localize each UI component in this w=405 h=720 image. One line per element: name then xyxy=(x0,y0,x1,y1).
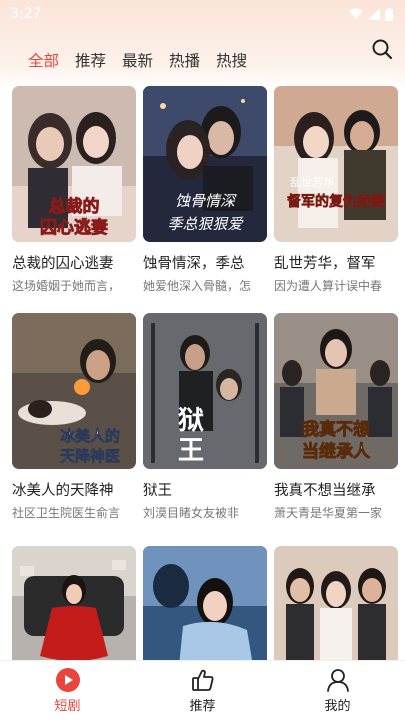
drama-description: 她爱他深入骨髓，怎 xyxy=(143,279,252,293)
drama-poster[interactable]: 总裁的 囚心逃妻 xyxy=(12,86,136,242)
drama-description: 萧天青是华夏第一家 xyxy=(274,506,383,520)
svg-text:天降神医: 天降神医 xyxy=(60,447,120,465)
tab-all[interactable]: 全部 xyxy=(28,50,59,72)
drama-poster[interactable] xyxy=(274,546,398,660)
svg-text:我真不想: 我真不想 xyxy=(302,419,370,440)
battery-icon xyxy=(385,7,393,21)
svg-text:狱: 狱 xyxy=(178,406,204,436)
wifi-icon xyxy=(349,8,363,19)
signal-icon xyxy=(368,8,380,20)
nav-label: 我的 xyxy=(324,699,351,714)
drama-poster[interactable] xyxy=(143,546,267,660)
tab-hot[interactable]: 热播 xyxy=(169,50,200,72)
svg-text:冰美人的: 冰美人的 xyxy=(60,427,120,445)
bottom-navigation: 短剧 推荐 我的 xyxy=(0,660,405,720)
tab-recommend[interactable]: 推荐 xyxy=(75,50,106,72)
svg-text:乱世芳华: 乱世芳华 xyxy=(290,175,334,189)
nav-label: 短剧 xyxy=(54,699,81,714)
drama-title[interactable]: 狱王 xyxy=(143,481,267,501)
drama-card[interactable] xyxy=(12,546,136,660)
drama-title[interactable]: 我真不想当继承 xyxy=(274,481,398,501)
nav-label: 推荐 xyxy=(189,699,216,714)
user-icon xyxy=(326,669,349,692)
svg-text:当继承人: 当继承人 xyxy=(302,441,371,462)
svg-text:蚀骨情深: 蚀骨情深 xyxy=(175,192,237,210)
drama-description: 这场婚姻于她而言， xyxy=(12,279,121,293)
tab-trending-search[interactable]: 热搜 xyxy=(216,50,247,72)
status-bar: 3:27 xyxy=(0,0,405,28)
drama-card[interactable] xyxy=(274,546,398,660)
drama-poster[interactable]: 蚀骨情深 季总狠狠爱 xyxy=(143,86,267,242)
tab-latest[interactable]: 最新 xyxy=(122,50,153,72)
drama-poster[interactable]: 冰美人的 天降神医 xyxy=(12,313,136,469)
drama-poster[interactable]: 狱 王 xyxy=(143,313,267,469)
drama-card[interactable]: 督军的复仇娇妻 乱世芳华 乱世芳华，督军 因为遭人算计误中春 xyxy=(274,86,398,294)
category-tabs: 全部 推荐 最新 热播 热搜 xyxy=(28,50,263,72)
drama-title[interactable]: 总裁的囚心逃妻 xyxy=(12,254,136,274)
drama-card[interactable]: 冰美人的 天降神医 冰美人的天降神 社区卫生院医生俞言 xyxy=(12,313,136,521)
svg-text:王: 王 xyxy=(178,436,204,466)
drama-card[interactable] xyxy=(143,546,267,660)
drama-card[interactable]: 蚀骨情深 季总狠狠爱 蚀骨情深，季总 她爱他深入骨髓，怎 xyxy=(143,86,267,294)
drama-description: 因为遭人算计误中春 xyxy=(274,279,383,293)
search-button[interactable] xyxy=(369,36,395,62)
drama-card[interactable]: 我真不想 当继承人 我真不想当继承 萧天青是华夏第一家 xyxy=(274,313,398,521)
nav-short-drama[interactable]: 短剧 xyxy=(0,661,135,720)
drama-grid: 总裁的 囚心逃妻 总裁的囚心逃妻 这场婚姻于她而言， 蚀骨情深 季总狠狠爱 蚀骨… xyxy=(12,86,402,660)
drama-title[interactable]: 乱世芳华，督军 xyxy=(274,254,398,274)
drama-card[interactable]: 狱 王 狱王 刘漠目睹女友被非 xyxy=(143,313,267,521)
drama-description: 社区卫生院医生俞言 xyxy=(12,506,121,520)
search-icon xyxy=(372,39,393,60)
nav-recommend[interactable]: 推荐 xyxy=(135,661,270,720)
nav-mine[interactable]: 我的 xyxy=(270,661,405,720)
svg-text:季总狠狠爱: 季总狠狠爱 xyxy=(167,215,244,233)
drama-poster[interactable]: 督军的复仇娇妻 乱世芳华 xyxy=(274,86,398,242)
status-time: 3:27 xyxy=(10,6,42,22)
drama-title[interactable]: 蚀骨情深，季总 xyxy=(143,254,267,274)
drama-poster[interactable]: 我真不想 当继承人 xyxy=(274,313,398,469)
drama-poster[interactable] xyxy=(12,546,136,660)
drama-title[interactable]: 冰美人的天降神 xyxy=(12,481,136,501)
svg-text:总裁的: 总裁的 xyxy=(49,196,100,217)
play-circle-icon xyxy=(55,668,80,692)
status-icons xyxy=(349,7,393,21)
drama-card[interactable]: 总裁的 囚心逃妻 总裁的囚心逃妻 这场婚姻于她而言， xyxy=(12,86,136,294)
svg-text:囚心逃妻: 囚心逃妻 xyxy=(40,217,108,238)
thumbs-up-icon xyxy=(191,669,213,691)
svg-text:督军的复仇娇妻: 督军的复仇娇妻 xyxy=(287,193,385,210)
drama-description: 刘漠目睹女友被非 xyxy=(143,506,240,520)
